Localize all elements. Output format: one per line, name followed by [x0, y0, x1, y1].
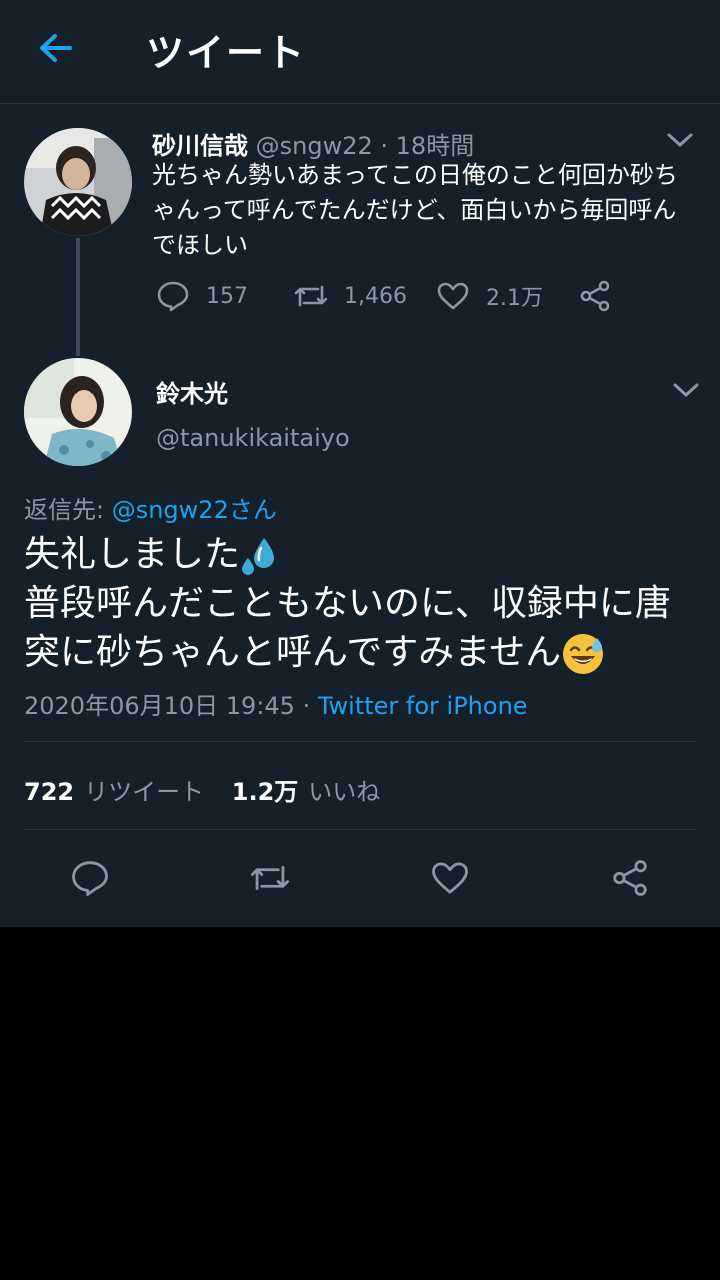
grinning-sweat-emoji: [563, 634, 604, 674]
share-icon: [613, 860, 647, 896]
parent-retweet-count: 1,466: [344, 283, 407, 309]
replying-to: 返信先: @sngw22さん: [24, 490, 277, 525]
retweet-stat[interactable]: 722 リツイート: [24, 778, 204, 806]
author-name[interactable]: 鈴木光: [156, 374, 228, 409]
like-button[interactable]: [430, 858, 470, 898]
parent-retweet-action[interactable]: 1,466: [294, 278, 407, 314]
tweet-text-line-1: 失礼しました: [24, 534, 241, 575]
parent-reply-action[interactable]: 157: [156, 278, 248, 314]
reply-icon: [72, 861, 108, 896]
retweet-icon: [294, 285, 328, 307]
parent-tweet-header: 砂川信哉 @sngw22 · 18時間: [152, 126, 474, 161]
top-bar: ツイート: [0, 0, 720, 104]
parent-avatar[interactable]: [24, 128, 132, 236]
parent-tweet-text: 光ちゃん勢いあまってこの日俺のこと何回か砂ちゃんって呼んでたんだけど、面白いから…: [152, 161, 678, 259]
avatar-image: [24, 358, 132, 466]
parent-reply-count: 157: [206, 283, 248, 309]
parent-tweet-menu-button[interactable]: [666, 130, 694, 150]
retweet-icon: [250, 866, 290, 890]
tweet-source-link[interactable]: Twitter for iPhone: [318, 692, 528, 720]
tweet-text: 失礼しました 普段呼んだこともないのに、収録中に唐突に砂ちゃんと呼んですみません: [24, 530, 704, 677]
parent-share-action[interactable]: [578, 278, 628, 314]
replying-to-link[interactable]: @sngw22さん: [112, 496, 277, 524]
retweet-count: 722: [24, 778, 75, 806]
share-button[interactable]: [610, 858, 650, 898]
divider: [24, 741, 696, 742]
reply-button[interactable]: [70, 858, 110, 898]
page-title: ツイート: [146, 31, 307, 75]
reply-icon: [157, 281, 189, 312]
divider: [24, 829, 696, 830]
tweet-detail-screen: ツイート 砂川信哉 @sngw22 · 18時間 光ちゃん勢いあまってこの日俺の…: [0, 0, 720, 927]
parent-like-count: 2.1万: [486, 286, 543, 311]
like-icon: [432, 862, 468, 894]
parent-author-name[interactable]: 砂川信哉: [152, 132, 248, 160]
caret-down-icon: [673, 383, 699, 398]
retweet-label: リツイート: [84, 778, 205, 806]
avatar-image: [24, 128, 132, 236]
like-icon: [437, 282, 469, 310]
author-handle[interactable]: @tanukikaitaiyo: [156, 424, 350, 452]
share-icon: [580, 280, 610, 312]
parent-author-handle[interactable]: @sngw22: [256, 132, 373, 160]
tweet-metadata: 2020年06月10日 19:45 · Twitter for iPhone: [24, 686, 528, 721]
like-count: 1.2万: [231, 778, 299, 806]
retweet-button[interactable]: [250, 858, 290, 898]
tweet-timestamp: 2020年06月10日 19:45 ·: [24, 692, 318, 720]
like-label: いいね: [308, 778, 381, 806]
thread-connector-line: [76, 238, 80, 356]
back-button[interactable]: [36, 28, 76, 68]
caret-down-icon: [667, 133, 693, 148]
back-arrow-icon: [40, 34, 72, 62]
tweet-menu-button[interactable]: [672, 380, 700, 400]
replying-to-label: 返信先:: [24, 496, 112, 524]
parent-tweet-time: · 18時間: [380, 132, 475, 160]
sweat-droplets-emoji: [242, 538, 275, 575]
engagement-stats: 722 リツイート 1.2万 いいね: [24, 772, 380, 807]
author-avatar[interactable]: [24, 358, 132, 466]
like-stat[interactable]: 1.2万 いいね: [232, 778, 381, 806]
parent-like-action[interactable]: 2.1万: [436, 278, 543, 314]
